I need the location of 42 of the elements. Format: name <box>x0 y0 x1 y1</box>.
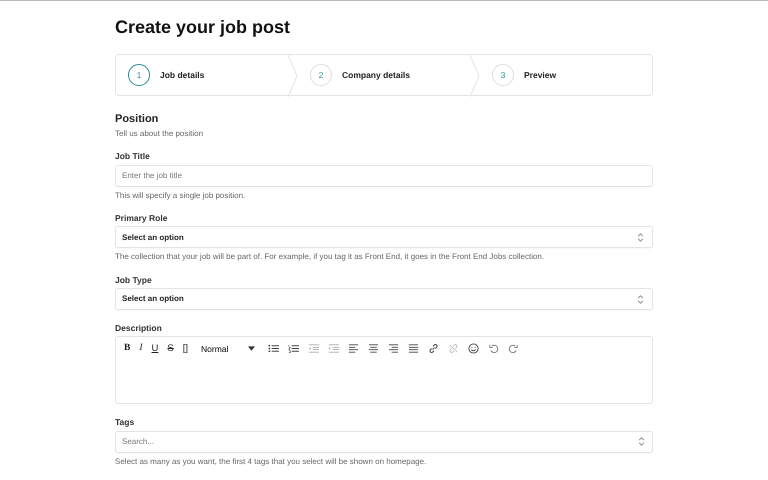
code-button[interactable]: [] <box>182 344 188 354</box>
step-label: Job details <box>160 70 204 80</box>
step-label: Company details <box>342 70 410 80</box>
chevron-updown-icon[interactable] <box>635 232 646 243</box>
chevron-updown-icon[interactable] <box>635 294 646 305</box>
strike-button[interactable]: S <box>167 344 174 354</box>
field-label: Tags <box>115 417 136 428</box>
caret-icon <box>248 346 256 352</box>
help-text: The collection that your job will be part of. For example, if you tag it as Front End, it goes in the Front End Jobs collection. <box>115 252 546 262</box>
search-field[interactable]: Search... <box>115 430 653 452</box>
emoji-icon[interactable] <box>468 343 480 354</box>
section-subtitle: Tell us about the position <box>115 128 204 138</box>
field-label: Job Type <box>115 274 153 286</box>
text-editor[interactable]: B I U S [] Normal <box>115 336 653 404</box>
help-text: This will specify a single job position. <box>115 190 246 200</box>
italic-button[interactable]: I <box>139 344 143 354</box>
step-number[interactable]: 2 <box>310 64 332 86</box>
numbered-list-icon[interactable] <box>288 343 300 354</box>
help-text: Select as many as you want, the first 4 tags that you select will be shown on homepage. <box>115 456 428 466</box>
undo-icon[interactable] <box>488 343 500 354</box>
step-label: Preview <box>524 70 556 80</box>
bold-button[interactable]: B <box>124 344 130 354</box>
select-field[interactable]: Select an option <box>115 288 653 310</box>
underline-button[interactable]: U <box>152 344 158 354</box>
link-icon[interactable] <box>428 343 440 354</box>
chevron-updown-icon[interactable] <box>636 436 647 447</box>
page-title: Create your job post <box>115 17 292 39</box>
align-left-icon[interactable] <box>348 343 360 354</box>
bullet-list-icon[interactable] <box>268 343 280 354</box>
step-number[interactable]: 3 <box>492 64 514 86</box>
input-field[interactable]: Enter the job title <box>115 164 653 187</box>
section-title: Position <box>115 112 160 126</box>
align-right-icon[interactable] <box>388 343 400 354</box>
redo-icon[interactable] <box>508 343 520 354</box>
field-label: Job Title <box>115 151 151 162</box>
align-justify-icon[interactable] <box>408 343 420 354</box>
select-field[interactable]: Select an option <box>115 226 653 248</box>
field-label: Description <box>115 323 163 334</box>
step-number[interactable]: 1 <box>128 64 150 86</box>
format-dropdown[interactable]: Normal <box>201 344 256 354</box>
align-center-icon[interactable] <box>368 343 380 354</box>
field-label: Primary Role <box>115 213 168 224</box>
